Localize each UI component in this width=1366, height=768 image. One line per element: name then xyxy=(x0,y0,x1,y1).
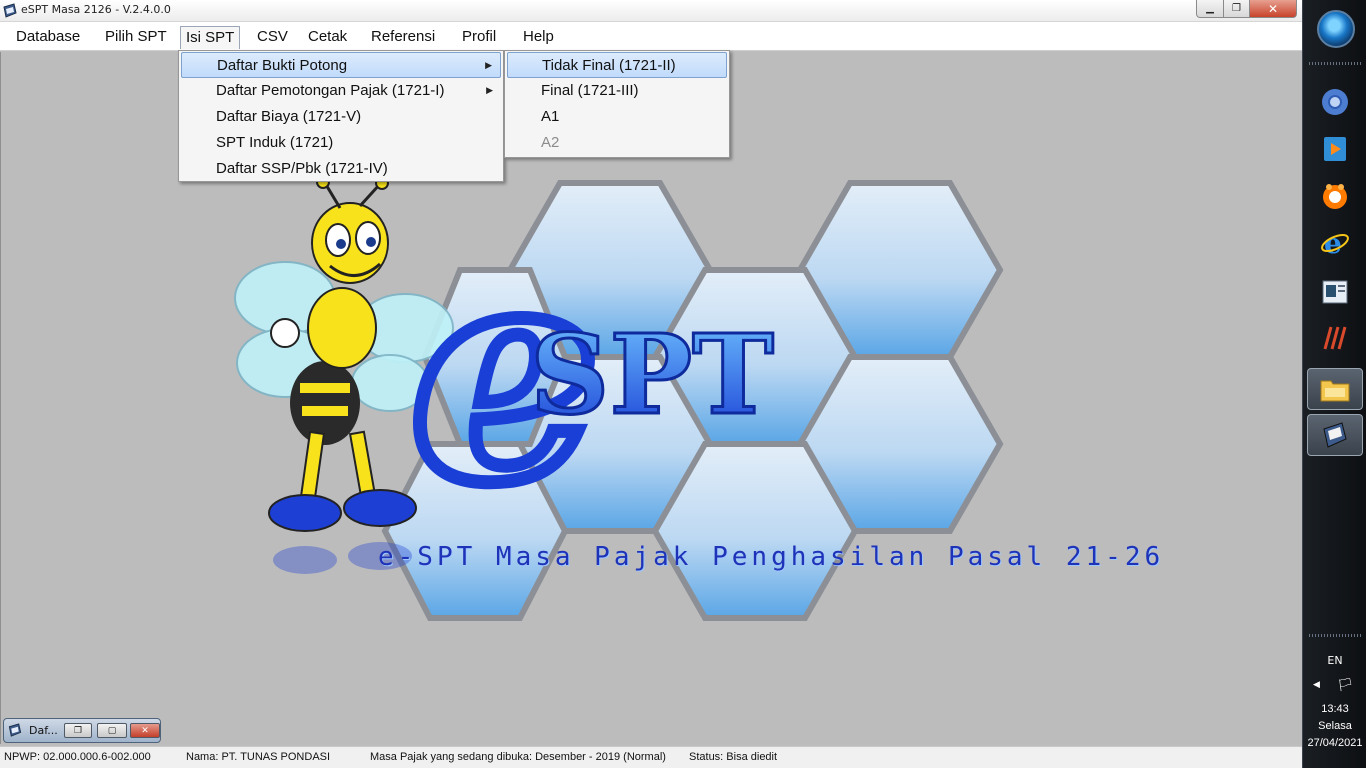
espt-app-icon xyxy=(8,723,22,737)
espt-app-icon xyxy=(3,3,17,18)
show-hidden-icons-icon[interactable]: ◀ xyxy=(1313,680,1320,690)
svg-text:SPT: SPT xyxy=(530,310,774,439)
menu-profil[interactable]: Profil xyxy=(457,26,501,49)
menu-referensi[interactable]: Referensi xyxy=(366,26,440,49)
bukti-potong-submenu: Tidak Final (1721-II) Final (1721-III) A… xyxy=(504,50,730,158)
status-masa-pajak: Masa Pajak yang sedang dibuka: Desember … xyxy=(370,751,666,763)
status-bar: NPWP: 02.000.000.6-002.000 Nama: PT. TUN… xyxy=(0,746,1302,768)
menu-item-a1[interactable]: A1 xyxy=(507,104,727,130)
action-center-flag-icon[interactable]: 🏳 xyxy=(1337,678,1354,693)
minimized-child-window[interactable]: Daf... ❐ ▢ ✕ xyxy=(3,718,161,743)
status-edit: Status: Bisa diedit xyxy=(689,751,778,763)
menu-item-tidak-final[interactable]: Tidak Final (1721-II) xyxy=(507,52,727,78)
menu-item-label: Daftar Pemotongan Pajak (1721-I) xyxy=(216,82,445,99)
taskbar: e EN ◀ 🏳 13:43 Selasa 27/04/2021 xyxy=(1302,0,1366,768)
menu-bar: Database Pilih SPT Isi SPT CSV Cetak Ref… xyxy=(0,22,1302,51)
media-player-icon[interactable] xyxy=(1319,133,1351,165)
sticky-app-icon[interactable] xyxy=(1319,322,1351,354)
chrome-icon[interactable] xyxy=(1319,86,1351,118)
file-explorer-icon[interactable] xyxy=(1307,368,1363,410)
restore-button[interactable]: ❐ xyxy=(64,723,92,738)
menu-item-daftar-pemotongan-pajak[interactable]: Daftar Pemotongan Pajak (1721-I) ▶ xyxy=(181,78,501,104)
status-npwp: NPWP: 02.000.000.6-002.000 xyxy=(4,751,151,763)
taskbar-grip xyxy=(1309,634,1361,637)
menu-help[interactable]: Help xyxy=(518,26,559,49)
maximize-button[interactable]: ▢ xyxy=(97,723,127,738)
taskbar-grip xyxy=(1309,62,1361,65)
maximize-button[interactable]: ❐ xyxy=(1223,0,1250,18)
minimized-window-label: Daf... xyxy=(29,724,58,737)
status-nama: Nama: PT. TUNAS PONDASI xyxy=(186,751,331,763)
menu-item-spt-induk[interactable]: SPT Induk (1721) xyxy=(181,130,501,156)
internet-explorer-icon[interactable]: e xyxy=(1319,227,1351,259)
espt-icon[interactable] xyxy=(1307,414,1363,456)
menu-cetak[interactable]: Cetak xyxy=(303,26,352,49)
menu-csv[interactable]: CSV xyxy=(252,26,293,49)
svg-text:e: e xyxy=(1324,228,1342,258)
menu-item-daftar-biaya[interactable]: Daftar Biaya (1721-V) xyxy=(181,104,501,130)
menu-item-daftar-ssp-pbk[interactable]: Daftar SSP/Pbk (1721-IV) xyxy=(181,156,501,182)
menu-item-final[interactable]: Final (1721-III) xyxy=(507,78,727,104)
menu-item-daftar-bukti-potong[interactable]: Daftar Bukti Potong ▶ xyxy=(181,52,501,78)
espt-window: eSPT Masa 2126 - V.2.4.0.0 ▁ ❐ ✕ Databas… xyxy=(0,0,1302,768)
close-button[interactable]: ✕ xyxy=(130,723,160,738)
submenu-arrow-icon: ▶ xyxy=(486,85,493,95)
reader-icon[interactable] xyxy=(1319,276,1351,308)
window-title: eSPT Masa 2126 - V.2.4.0.0 xyxy=(21,3,171,16)
language-indicator[interactable]: EN xyxy=(1303,654,1366,667)
clock-day[interactable]: Selasa xyxy=(1303,720,1366,732)
close-button[interactable]: ✕ xyxy=(1249,0,1297,18)
splash-caption: e-SPT Masa Pajak Penghasilan Pasal 21-26 xyxy=(378,542,1165,572)
menu-item-label: Daftar Bukti Potong xyxy=(217,57,348,74)
title-bar[interactable]: eSPT Masa 2126 - V.2.4.0.0 ▁ ❐ ✕ xyxy=(0,0,1302,22)
isi-spt-dropdown: Daftar Bukti Potong ▶ Daftar Pemotongan … xyxy=(178,50,504,182)
submenu-arrow-icon: ▶ xyxy=(485,60,492,70)
cursor-app-icon[interactable] xyxy=(1319,180,1351,212)
start-button[interactable] xyxy=(1317,10,1355,48)
minimize-button[interactable]: ▁ xyxy=(1196,0,1224,18)
clock-time[interactable]: 13:43 xyxy=(1303,703,1366,715)
menu-pilih-spt[interactable]: Pilih SPT xyxy=(100,26,172,49)
menu-isi-spt[interactable]: Isi SPT xyxy=(180,26,241,49)
menu-item-a2: A2 xyxy=(541,134,560,151)
clock-date[interactable]: 27/04/2021 xyxy=(1303,737,1366,749)
menu-database[interactable]: Database xyxy=(11,26,85,49)
